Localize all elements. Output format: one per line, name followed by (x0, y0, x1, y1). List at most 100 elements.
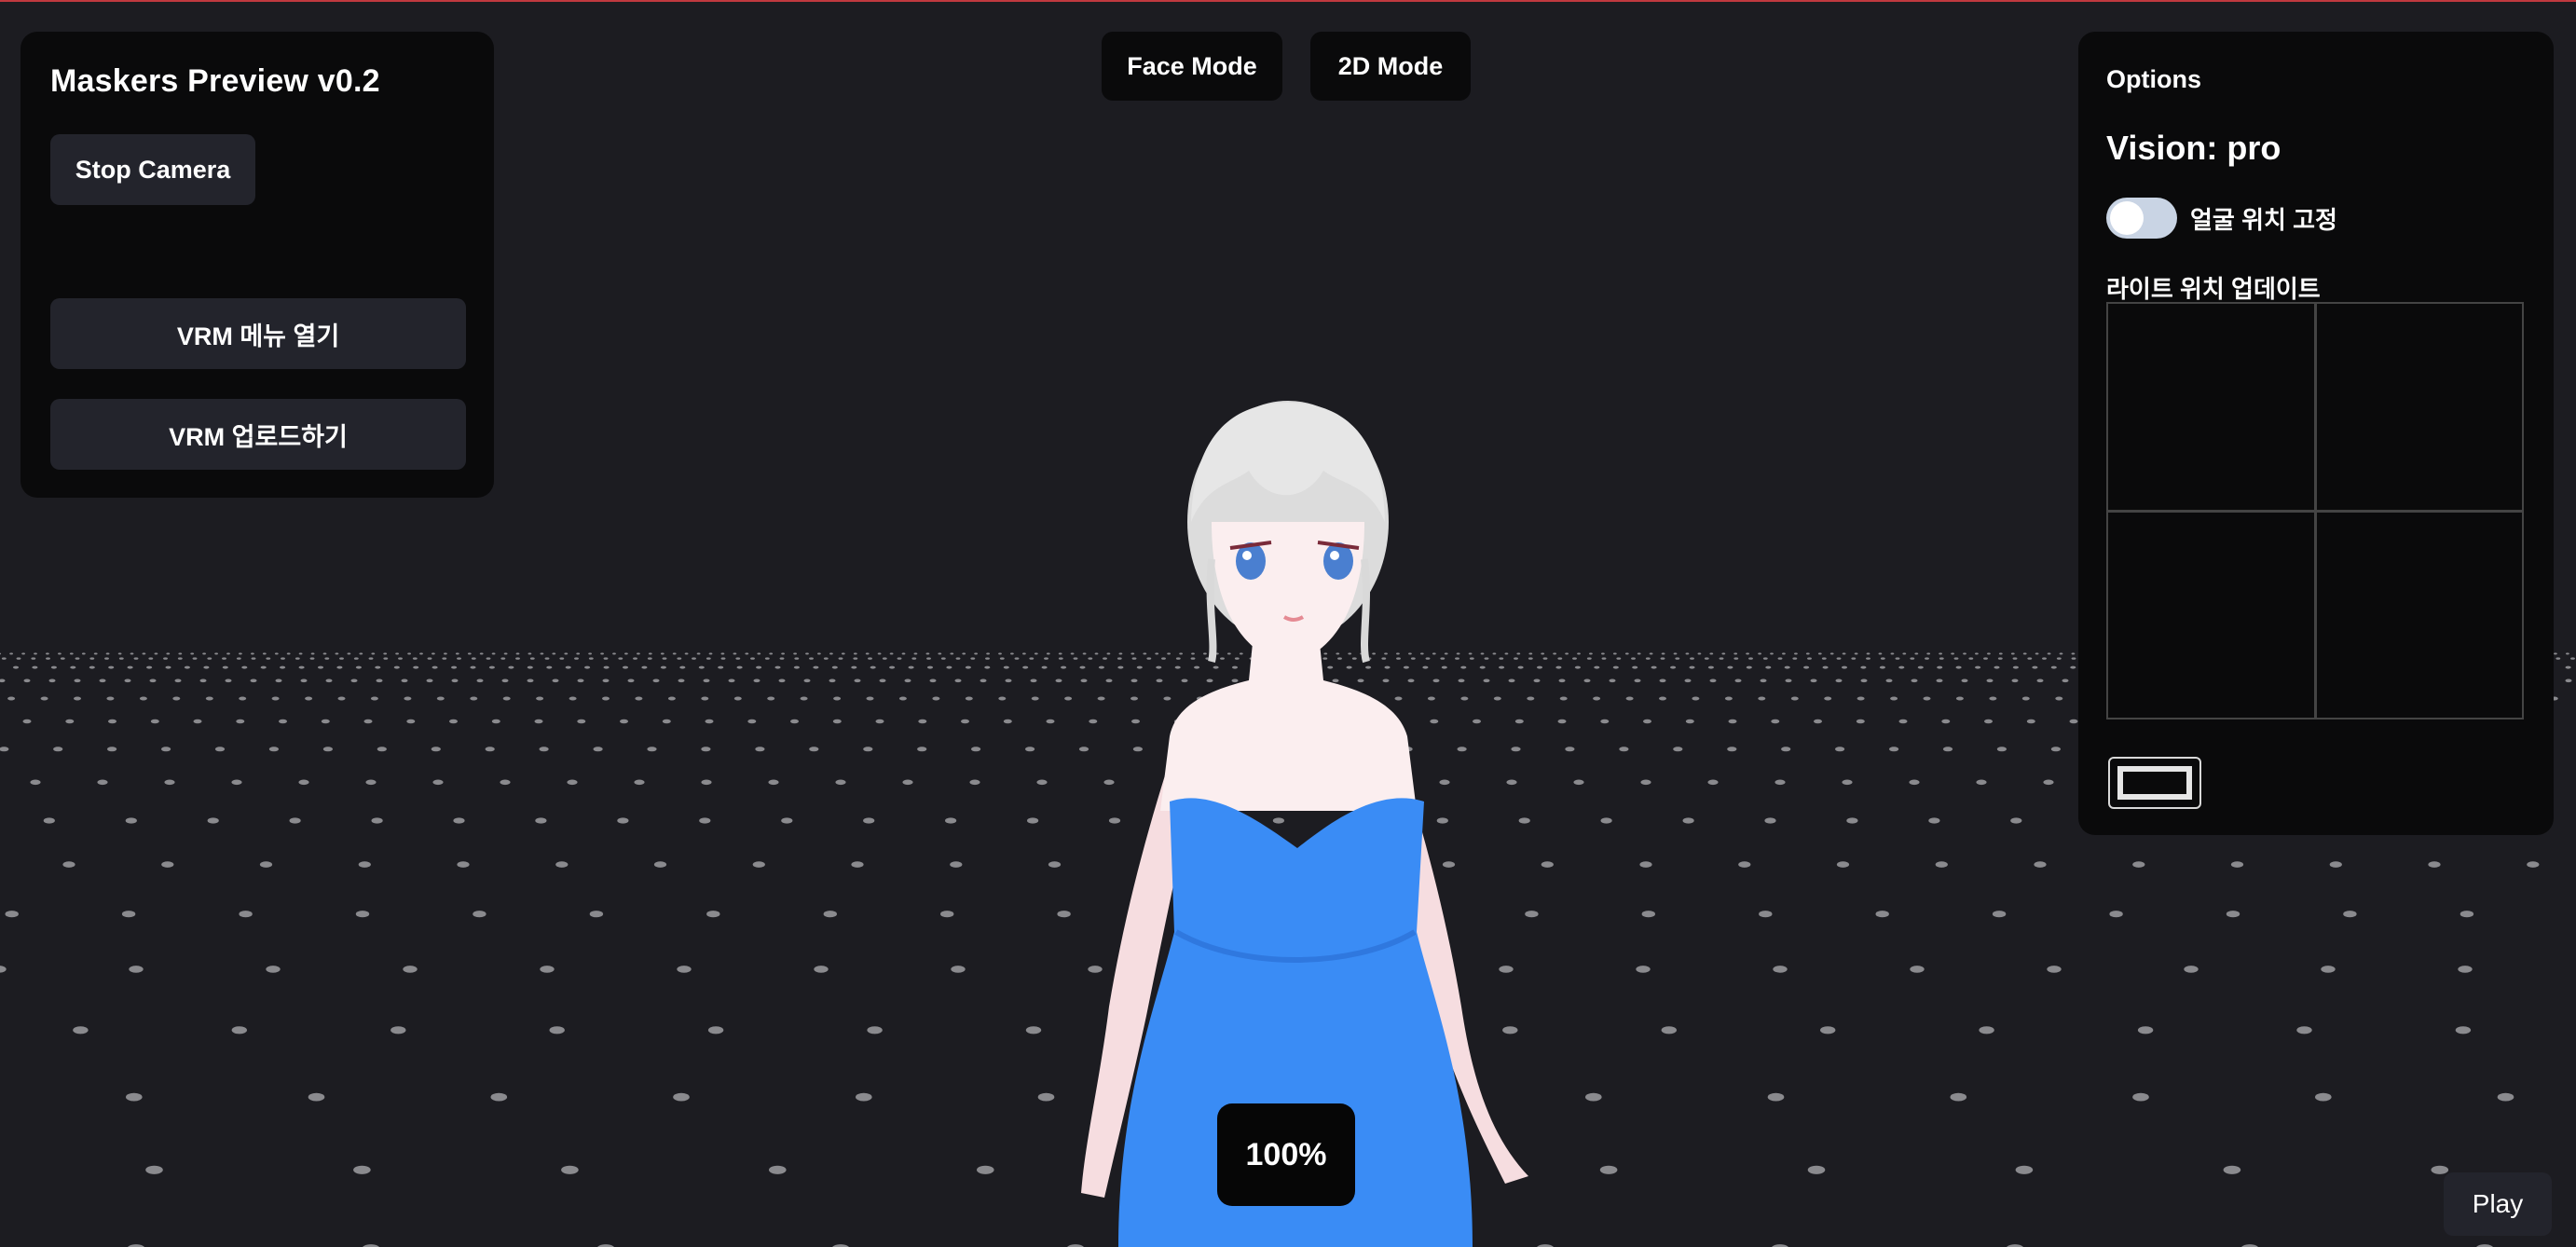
floor-dot (231, 1026, 247, 1035)
floor-dot (126, 1092, 143, 1102)
floor-dot (324, 657, 330, 660)
floor-dot (46, 652, 49, 655)
floor-dot (813, 665, 819, 669)
floor-dot (728, 678, 735, 683)
light-cell-bottom-right[interactable] (2316, 512, 2522, 718)
floor-dot (2035, 652, 2039, 655)
2d-mode-button[interactable]: 2D Mode (1310, 32, 1471, 101)
floor-dot (662, 719, 671, 724)
floor-dot (902, 779, 913, 786)
stop-camera-button[interactable]: Stop Camera (50, 134, 255, 205)
floor-dot (108, 719, 116, 724)
floor-dot (9, 652, 14, 655)
play-button[interactable]: Play (2444, 1172, 2552, 1236)
floor-dot (1951, 652, 1955, 655)
floor-dot (473, 911, 486, 918)
floor-dot (239, 696, 247, 701)
floor-dot (2527, 861, 2540, 868)
floor-dot (701, 747, 711, 752)
light-cell-top-left[interactable] (2108, 304, 2314, 510)
floor-dot (1866, 657, 1870, 660)
floor-dot (950, 652, 954, 655)
floor-dot (1037, 1092, 1055, 1102)
floor-dot (1824, 696, 1832, 701)
floor-dot (1088, 966, 1103, 973)
floor-dot (677, 657, 682, 660)
floor-dot (1239, 652, 1243, 655)
floor-dot (1573, 779, 1584, 786)
floor-dot (1022, 652, 1026, 655)
floor-dot (298, 665, 305, 669)
face-lock-toggle[interactable] (2106, 198, 2177, 239)
floor-dot (1975, 652, 1979, 655)
floor-dot (62, 861, 75, 868)
floor-dot (673, 1092, 690, 1102)
floor-dot (2070, 665, 2076, 669)
floor-dot (118, 657, 124, 660)
floor-dot (412, 657, 418, 660)
floor-dot (1175, 657, 1181, 660)
floor-dot (395, 652, 399, 655)
light-cell-bottom-left[interactable] (2108, 512, 2314, 718)
floor-dot (1483, 678, 1490, 683)
floor-dot (1382, 678, 1390, 683)
floor-dot (879, 678, 886, 683)
floor-dot (2296, 1026, 2312, 1035)
floor-dot (295, 657, 300, 660)
floor-dot (705, 719, 714, 724)
floor-dot (1203, 652, 1207, 655)
floor-dot (1005, 678, 1012, 683)
floor-dot (485, 747, 495, 752)
floor-dot (298, 779, 309, 786)
floor-dot (2230, 861, 2244, 868)
floor-dot (30, 779, 41, 786)
floor-dot (1649, 652, 1653, 655)
light-cell-top-right[interactable] (2316, 304, 2522, 510)
light-preview-button[interactable] (2108, 757, 2201, 809)
floor-dot (549, 1026, 565, 1035)
floor-dot (911, 657, 917, 660)
floor-dot (926, 657, 931, 660)
floor-dot (74, 678, 81, 683)
floor-dot (225, 678, 232, 683)
floor-dot (1659, 678, 1666, 683)
floor-dot (286, 652, 291, 655)
floor-dot (1790, 696, 1799, 701)
floor-dot (870, 665, 876, 669)
floor-dot (1469, 657, 1474, 660)
floor-dot (1323, 652, 1328, 655)
floor-dot (432, 779, 444, 786)
floor-dot (2226, 911, 2240, 918)
floor-dot (58, 652, 62, 655)
floor-dot (321, 719, 330, 724)
floor-dot (1048, 861, 1062, 868)
floor-dot (1103, 657, 1107, 660)
floor-dot (353, 1165, 371, 1174)
floor-dot (901, 652, 906, 655)
floor-dot (1673, 652, 1678, 655)
floor-dot (207, 657, 212, 660)
floor-dot (692, 657, 696, 660)
face-mode-button[interactable]: Face Mode (1102, 32, 1282, 101)
floor-dot (1022, 665, 1029, 669)
floor-dot (1902, 652, 1907, 655)
floor-dot (407, 652, 411, 655)
floor-dot (467, 652, 472, 655)
floor-dot (617, 817, 629, 824)
floor-dot (1394, 696, 1403, 701)
floor-dot (145, 1165, 163, 1174)
floor-dot (1565, 652, 1569, 655)
floor-dot (970, 657, 976, 660)
floor-dot (1055, 678, 1062, 683)
floor-dot (1975, 665, 1981, 669)
floor-dot (1895, 657, 1900, 660)
floor-dot (1631, 657, 1636, 660)
floor-dot (274, 652, 279, 655)
floor-dot (1098, 665, 1104, 669)
floor-dot (444, 652, 447, 655)
floor-dot (1130, 696, 1138, 701)
floor-dot (1684, 678, 1692, 683)
upload-vrm-button[interactable]: VRM 업로드하기 (50, 399, 466, 470)
floor-dot (2055, 696, 2063, 701)
open-vrm-menu-button[interactable]: VRM 메뉴 열기 (50, 298, 466, 369)
